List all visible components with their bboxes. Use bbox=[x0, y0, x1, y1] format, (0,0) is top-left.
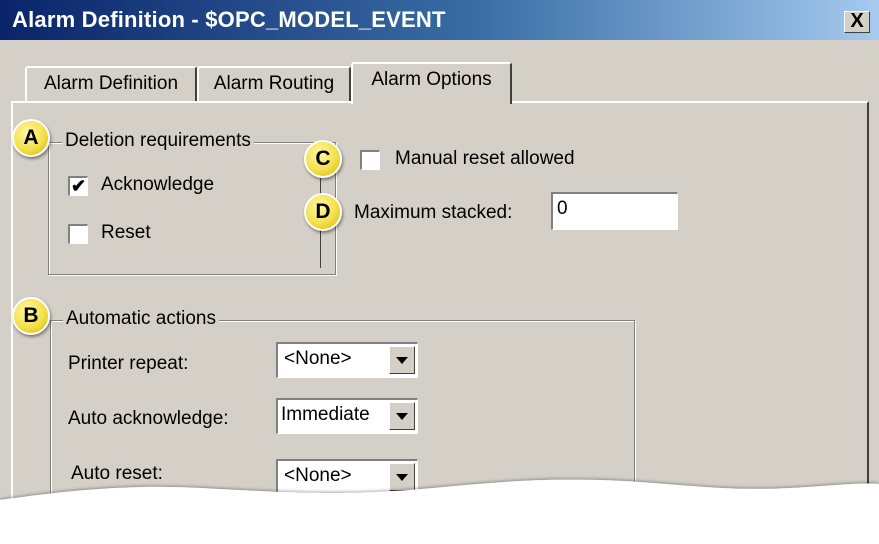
acknowledge-checkbox[interactable]: ✔ bbox=[68, 176, 88, 196]
callout-c-badge: C bbox=[304, 140, 342, 178]
window-title: Alarm Definition - $OPC_MODEL_EVENT bbox=[12, 7, 446, 32]
printer-repeat-value: <None> bbox=[284, 348, 352, 369]
manual-reset-label: Manual reset allowed bbox=[395, 148, 575, 169]
automatic-actions-legend: Automatic actions bbox=[63, 308, 219, 330]
acknowledge-label: Acknowledge bbox=[101, 174, 215, 195]
maximum-stacked-input[interactable]: 0 bbox=[551, 192, 678, 230]
maximum-stacked-label: Maximum stacked: bbox=[354, 202, 513, 223]
callout-b-badge: B bbox=[12, 297, 50, 335]
callout-d-badge: D bbox=[304, 193, 342, 231]
title-bar: Alarm Definition - $OPC_MODEL_EVENT X bbox=[0, 0, 879, 40]
chevron-down-icon[interactable] bbox=[389, 346, 415, 374]
torn-edge-decoration bbox=[0, 479, 879, 544]
chevron-down-icon[interactable] bbox=[389, 402, 415, 430]
auto-acknowledge-label: Auto acknowledge: bbox=[68, 408, 229, 429]
manual-reset-checkbox[interactable] bbox=[360, 150, 380, 170]
reset-label: Reset bbox=[101, 222, 151, 243]
printer-repeat-dropdown[interactable]: <None> bbox=[276, 342, 418, 378]
tab-alarm-routing[interactable]: Alarm Routing bbox=[197, 66, 351, 102]
deletion-requirements-group bbox=[48, 142, 336, 275]
tab-alarm-options[interactable]: Alarm Options bbox=[351, 62, 512, 104]
auto-acknowledge-dropdown[interactable]: Immediate bbox=[276, 398, 418, 434]
deletion-requirements-legend: Deletion requirements bbox=[62, 130, 254, 152]
tab-alarm-definition[interactable]: Alarm Definition bbox=[25, 66, 197, 102]
callout-a-badge: A bbox=[12, 119, 50, 157]
printer-repeat-label: Printer repeat: bbox=[68, 353, 189, 374]
reset-checkbox[interactable] bbox=[68, 224, 88, 244]
alarm-definition-window: Alarm Definition - $OPC_MODEL_EVENT X Al… bbox=[0, 0, 879, 544]
auto-acknowledge-value: Immediate bbox=[281, 404, 370, 425]
close-button[interactable]: X bbox=[844, 11, 870, 33]
